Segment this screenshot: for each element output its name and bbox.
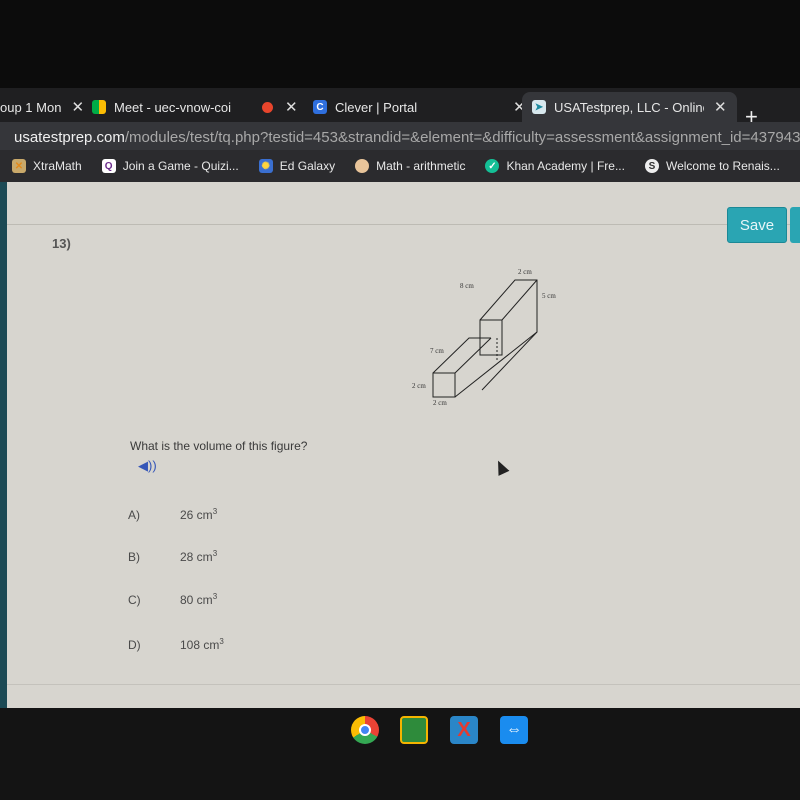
bookmark-label: Ed Galaxy [279, 159, 336, 173]
bookmark-quizizz[interactable]: Q Join a Game - Quizi... [101, 159, 239, 173]
choice-value-text: 26 cm [180, 508, 213, 522]
choice-letter: C) [128, 593, 141, 607]
label-top-width: 2 cm [518, 268, 532, 276]
choice-letter: B) [128, 550, 140, 564]
close-icon[interactable]: ✕ [71, 98, 84, 116]
label-top-depth: 8 cm [460, 282, 474, 290]
choice-exponent: 3 [219, 637, 224, 646]
choice-value: 26 cm3 [180, 507, 217, 522]
choice-letter: D) [128, 638, 141, 652]
question-text: What is the volume of this figure? [130, 439, 308, 453]
choice-value-text: 80 cm [180, 593, 213, 607]
close-icon[interactable]: ✕ [285, 98, 298, 116]
tab-usatestprep[interactable]: ➤ USATestprep, LLC - Online State ✕ [522, 92, 737, 122]
address-bar[interactable]: usatestprep.com /modules/test/tq.php?tes… [0, 122, 800, 152]
tab-clever[interactable]: C Clever | Portal ✕ [313, 92, 526, 122]
choice-value-text: 28 cm [180, 550, 213, 564]
bookmark-renaissance[interactable]: S Welcome to Renais... [644, 159, 780, 173]
bookmark-label: Khan Academy | Fre... [506, 159, 625, 173]
screen-bezel [0, 0, 800, 88]
question-number: 13) [52, 236, 71, 251]
bookmark-label: Welcome to Renais... [665, 159, 780, 173]
bookmarks-bar: ✕ XtraMath Q Join a Game - Quizi... ✺ Ed… [0, 150, 800, 182]
tab-title: Meet - uec-vnow-coi [114, 99, 232, 115]
usatestprep-icon: ➤ [532, 100, 546, 114]
choice-exponent: 3 [212, 592, 218, 601]
choice-value-text: 108 cm [180, 638, 220, 652]
label-right-height: 5 cm [542, 292, 556, 300]
label-front-height: 2 cm [412, 382, 426, 390]
bookmark-label: Join a Game - Quizi... [122, 159, 239, 173]
label-front-width: 2 cm [433, 399, 447, 407]
google-classroom-icon[interactable] [400, 716, 428, 744]
figure-l-shaped-prism: 2 cm 8 cm 5 cm 7 cm 2 cm 2 cm [412, 268, 556, 407]
choice-value: 80 cm3 [180, 592, 217, 607]
choice-value: 108 cm3 [180, 637, 224, 652]
choice-letter: A) [128, 508, 140, 522]
header-divider [7, 224, 800, 225]
url-path: /modules/test/tq.php?testid=453&strandid… [124, 128, 800, 146]
quizizz-icon: Q [101, 159, 116, 173]
close-icon[interactable]: ✕ [714, 98, 727, 116]
tab-meet[interactable]: Meet - uec-vnow-coi [92, 92, 231, 122]
bookmark-label: XtraMath [33, 159, 82, 173]
figure-edge [501, 279, 538, 321]
tab-title: oup 1 Mon [0, 99, 62, 115]
bookmark-math[interactable]: Math - arithmetic [355, 159, 465, 173]
ed-galaxy-icon: ✺ [258, 159, 273, 173]
tab-group-1-mon[interactable]: oup 1 Mon ✕ [0, 92, 84, 122]
renaissance-icon: S [644, 159, 659, 173]
khan-academy-icon: ✓ [485, 159, 500, 173]
choice-b[interactable]: B) 28 cm3 [128, 549, 217, 564]
save-button[interactable]: Save [727, 207, 787, 243]
meet-icon [92, 100, 106, 114]
tab-bar: oup 1 Mon ✕ Meet - uec-vnow-coi ✕ C Clev… [0, 88, 800, 124]
chrome-icon[interactable] [351, 716, 379, 744]
next-button[interactable] [790, 207, 800, 243]
figure-edge [432, 372, 456, 398]
math-icon [355, 159, 370, 173]
footer-divider [7, 684, 800, 685]
tab-recording[interactable]: ✕ [262, 92, 298, 122]
speaker-icon[interactable]: ◀)) [138, 458, 157, 474]
tab-title: USATestprep, LLC - Online State [554, 99, 704, 115]
recording-dot-icon [262, 101, 273, 113]
choice-c[interactable]: C) 80 cm3 [128, 592, 217, 607]
tab-title: Clever | Portal [335, 99, 418, 115]
choice-d[interactable]: D) 108 cm3 [128, 637, 224, 652]
xtramath-icon: ✕ [12, 159, 26, 173]
figure-edge [454, 331, 538, 398]
choice-exponent: 3 [212, 507, 218, 516]
choice-value: 28 cm3 [180, 549, 217, 564]
label-bottom-depth: 7 cm [430, 347, 444, 355]
bookmark-xtramath[interactable]: ✕ XtraMath [12, 159, 82, 173]
app-x-icon[interactable]: X [450, 716, 478, 744]
bookmark-label: Math - arithmetic [376, 159, 466, 173]
figure-edge [479, 279, 538, 391]
url-host: usatestprep.com [14, 128, 125, 146]
clever-icon: C [313, 100, 327, 114]
choice-a[interactable]: A) 26 cm3 [128, 507, 217, 522]
left-sidebar-edge [0, 182, 7, 708]
teamviewer-icon[interactable]: ⇔ [500, 716, 528, 744]
choice-exponent: 3 [212, 549, 218, 558]
bookmark-ed-galaxy[interactable]: ✺ Ed Galaxy [258, 159, 336, 173]
bookmark-khan-academy[interactable]: ✓ Khan Academy | Fre... [485, 159, 625, 173]
